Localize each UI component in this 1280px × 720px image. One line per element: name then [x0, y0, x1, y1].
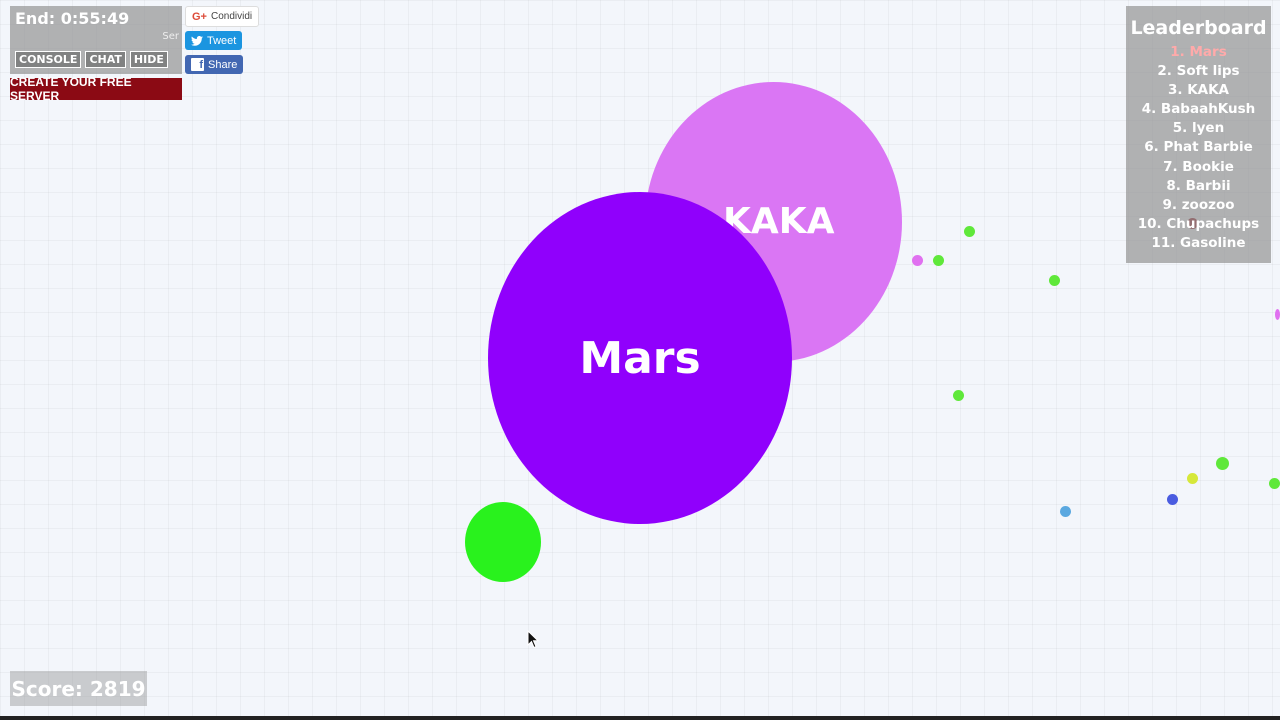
cell-name-mars: Mars: [579, 332, 701, 384]
google-share-label: Condividi: [210, 11, 253, 22]
food-pellet: [1216, 457, 1229, 470]
food-pellet: [1060, 506, 1071, 517]
tweet-label: Tweet: [207, 34, 237, 47]
food-pellet: [964, 226, 975, 237]
food-pellet: [1187, 473, 1198, 484]
mouse-cursor-icon: [527, 630, 539, 649]
leaderboard-title: Leaderboard: [1130, 17, 1267, 39]
chat-button[interactable]: CHAT: [85, 51, 126, 68]
leaderboard-entry: 1. Mars: [1170, 44, 1227, 60]
tweet-button[interactable]: Tweet: [185, 31, 243, 50]
leaderboard-entry: 3. KAKA: [1167, 82, 1230, 99]
twitter-bird-icon: [191, 35, 203, 46]
player-cell-mars: Mars: [488, 192, 792, 524]
google-plus-icon: G+: [192, 10, 207, 23]
leaderboard-entry: 6. Phat Barbie: [1144, 139, 1253, 156]
server-panel: End: 0:55:49 Ser CONSOLE CHAT HIDE: [10, 6, 182, 74]
leaderboard-entry: 5. lyen: [1172, 120, 1225, 137]
bottom-edge-bar: [0, 716, 1280, 720]
panel-buttons: CONSOLE CHAT HIDE: [15, 51, 168, 68]
green-cell: [465, 502, 541, 582]
leaderboard-entry: 7. Bookie: [1163, 158, 1234, 175]
food-pellet: [933, 255, 944, 266]
leaderboard-entry: 4. BabaahKush: [1141, 101, 1256, 118]
leaderboard: Leaderboard 1. Mars 2. Soft lips 3. KAKA…: [1126, 6, 1271, 263]
create-server-button[interactable]: CREATE YOUR FREE SERVER: [10, 75, 182, 103]
hide-button[interactable]: HIDE: [129, 51, 168, 68]
facebook-share-label: Share: [208, 58, 238, 71]
leaderboard-entry: 10. Chupachups: [1137, 215, 1260, 232]
food-pellet: [912, 255, 923, 266]
console-button[interactable]: CONSOLE: [15, 51, 82, 68]
food-pellet: [1049, 275, 1060, 286]
score-display: Score: 2819: [10, 671, 147, 706]
food-pellet: [953, 390, 964, 401]
food-pellet: [1275, 309, 1280, 320]
facebook-share-button[interactable]: f Share: [185, 55, 244, 74]
google-share-button[interactable]: G+ Condividi: [185, 6, 260, 27]
server-label: Ser: [162, 31, 179, 42]
food-pellet: [1167, 494, 1178, 505]
leaderboard-entry: 8. Barbii: [1166, 177, 1231, 194]
food-pellet: [1269, 478, 1280, 489]
end-timer: End: 0:55:49: [15, 9, 130, 28]
leaderboard-entry: 2. Soft lips: [1157, 63, 1240, 80]
facebook-icon: f: [191, 58, 204, 71]
leaderboard-entry: 11. Gasoline: [1151, 234, 1246, 251]
leaderboard-entry: 9. zoozoo: [1162, 196, 1235, 213]
leaderboard-list: 1. Mars 2. Soft lips 3. KAKA 4. BabaahKu…: [1126, 43, 1271, 253]
